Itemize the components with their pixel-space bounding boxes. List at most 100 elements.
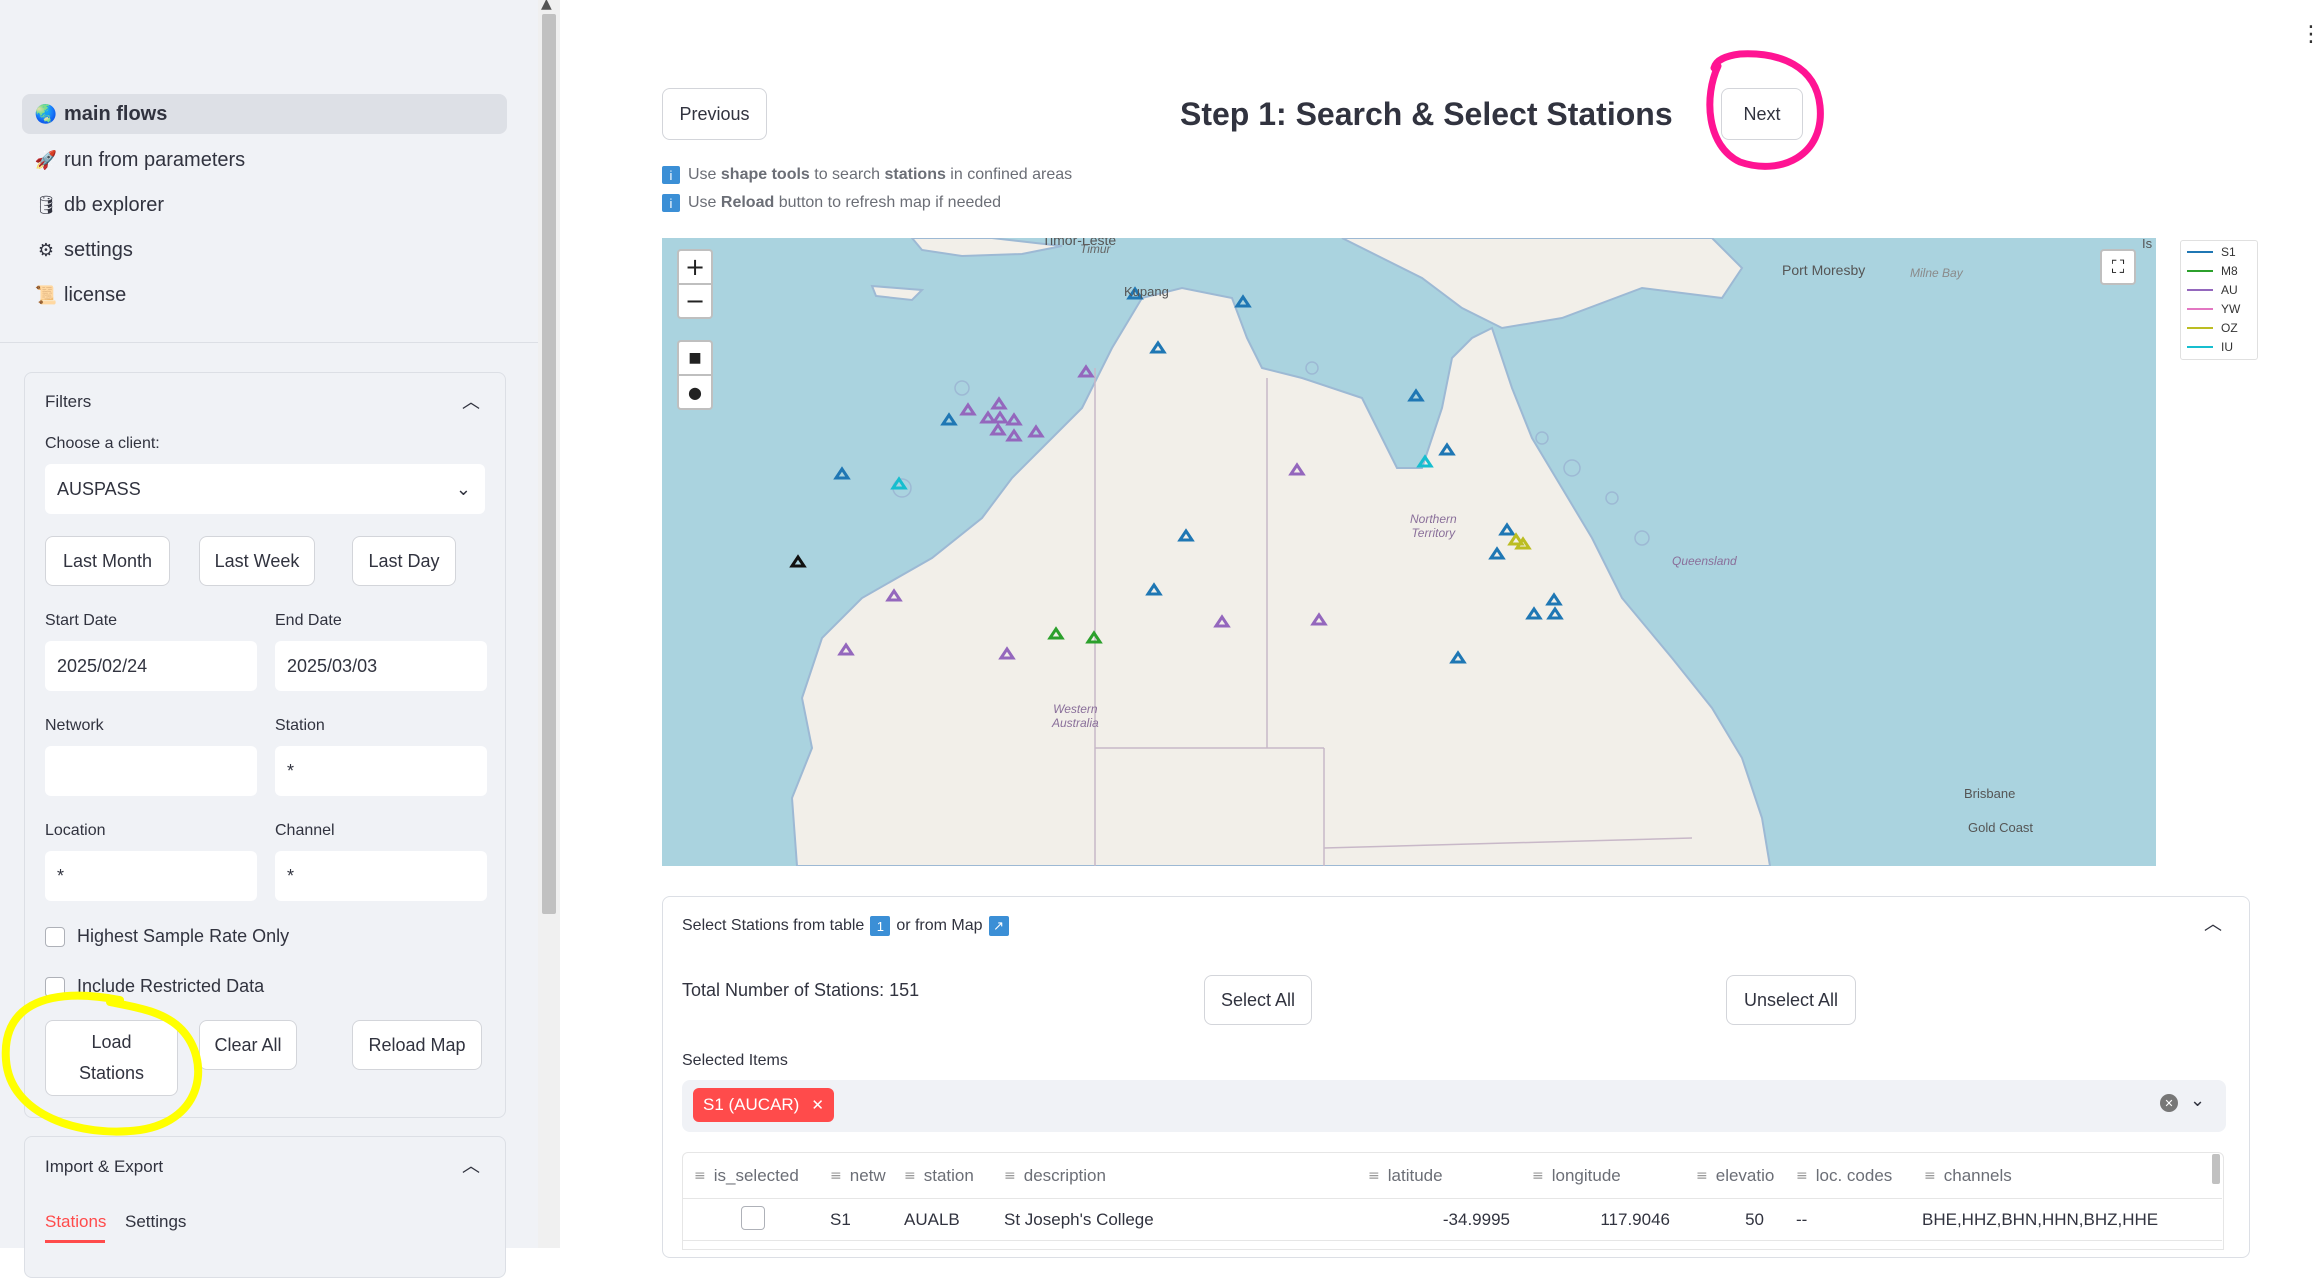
- hint-text-2a: Use: [688, 194, 717, 211]
- col-label: description: [1023, 1166, 1106, 1185]
- highest-sample-rate-label: Highest Sample Rate Only: [77, 926, 290, 946]
- col-description[interactable]: ≡ description: [1004, 1154, 1106, 1198]
- col-label: netw: [849, 1166, 886, 1185]
- tab-stations[interactable]: Stations: [45, 1212, 106, 1232]
- selected-items-multiselect[interactable]: [682, 1080, 2226, 1132]
- station-marker-au: [991, 410, 1009, 424]
- station-marker-au: [990, 396, 1008, 410]
- last-day-button[interactable]: Last Day: [352, 536, 456, 586]
- map-canvas: [789, 238, 1772, 866]
- col-loc-codes[interactable]: ≡ loc. codes: [1796, 1154, 1892, 1198]
- station-label: Station: [275, 717, 325, 734]
- heading-text-mid: or from Map: [896, 917, 983, 934]
- map-label-kupang: Kupang: [1124, 284, 1169, 299]
- tag-remove-icon[interactable]: ✕: [811, 1096, 824, 1114]
- col-label: is_selected: [713, 1166, 799, 1185]
- island: [1605, 491, 1619, 505]
- sumba-island: [870, 284, 925, 302]
- station-marker-au: [1005, 412, 1023, 426]
- hint-text-2c: button to refresh map if needed: [774, 194, 1002, 211]
- legend-label: OZ: [2221, 321, 2238, 335]
- table-scrollbar[interactable]: [2212, 1154, 2220, 1184]
- nav-settings[interactable]: ⚙ settings: [22, 230, 507, 270]
- map-label-queensland: Queensland: [1672, 554, 1737, 568]
- sidebar-scrollbar-thumb[interactable]: [542, 14, 556, 914]
- col-is-selected[interactable]: ≡ is_selected: [694, 1154, 799, 1198]
- map-label-brisbane: Brisbane: [1964, 786, 2016, 801]
- nav-label: settings: [64, 238, 133, 261]
- nav-label: run from parameters: [64, 148, 246, 171]
- hint-text-1c: to search: [809, 166, 885, 183]
- col-network[interactable]: ≡ netw: [830, 1154, 886, 1198]
- last-month-button[interactable]: Last Month: [45, 536, 170, 586]
- col-longitude[interactable]: ≡ longitude: [1532, 1154, 1621, 1198]
- table-divider: [682, 1240, 2222, 1241]
- select-all-button[interactable]: Select All: [1204, 975, 1312, 1025]
- col-label: elevatio: [1715, 1166, 1775, 1185]
- zoom-in-button[interactable]: +: [677, 249, 713, 285]
- island: [1535, 431, 1549, 445]
- map-label-western: Western: [1053, 702, 1098, 716]
- zoom-out-button[interactable]: −: [677, 283, 713, 319]
- nav-license[interactable]: 📜 license: [22, 275, 507, 315]
- heading-text: Select Stations from table: [682, 917, 865, 934]
- channel-input[interactable]: *: [275, 851, 487, 901]
- scroll-up-icon[interactable]: ▲: [541, 0, 552, 12]
- hint-text-1d: stations: [884, 166, 946, 183]
- hint-text-1a: Use: [688, 166, 717, 183]
- last-week-button[interactable]: Last Week: [199, 536, 315, 586]
- selected-tag[interactable]: S1 (AUCAR) ✕: [693, 1088, 834, 1122]
- fullscreen-icon[interactable]: ⛶: [2100, 249, 2136, 285]
- draw-rectangle-icon[interactable]: ■: [677, 340, 713, 376]
- nav-db-explorer[interactable]: 🛢 db explorer: [22, 185, 507, 225]
- nav-main-flows[interactable]: 🌏 main flows: [22, 94, 507, 134]
- legend-au: AU: [2187, 283, 2238, 297]
- nav-run-from-parameters[interactable]: 🚀 run from parameters: [22, 140, 507, 180]
- draw-circle-icon[interactable]: ●: [677, 374, 713, 410]
- clear-selection-icon[interactable]: ✕: [2160, 1094, 2178, 1112]
- import-export-title: Import & Export: [45, 1157, 164, 1176]
- stations-panel-heading: Select Stations from table 1 or from Map…: [682, 916, 1009, 936]
- filters-title: Filters: [45, 392, 92, 411]
- highest-sample-rate-checkbox[interactable]: [45, 927, 65, 947]
- hint-reload: i Use Reload button to refresh map if ne…: [662, 194, 1001, 212]
- end-date-input[interactable]: 2025/03/03: [275, 641, 487, 691]
- scroll-icon: 📜: [34, 284, 58, 306]
- magenta-highlight-annotation: [1706, 50, 1824, 170]
- client-value: AUSPASS: [57, 478, 141, 499]
- row-select-checkbox[interactable]: [741, 1206, 765, 1230]
- start-date-input[interactable]: 2025/02/24: [45, 641, 257, 691]
- chevron-up-icon[interactable]: ︿: [2204, 910, 2306, 936]
- kebab-menu-icon[interactable]: ⋮: [2300, 22, 2322, 47]
- unselect-all-button[interactable]: Unselect All: [1726, 975, 1856, 1025]
- cell-channels: BHE,HHZ,BHN,HHN,BHZ,HHE: [1922, 1210, 2159, 1229]
- legend-label: S1: [2221, 245, 2236, 259]
- col-latitude[interactable]: ≡ latitude: [1368, 1154, 1443, 1198]
- map-label-western-australia: Western Australia: [1052, 702, 1099, 730]
- location-input[interactable]: *: [45, 851, 257, 901]
- legend-m8: M8: [2187, 264, 2238, 278]
- client-select[interactable]: AUSPASS ⌄: [45, 464, 485, 514]
- cell-description: St Joseph's College: [1004, 1210, 1154, 1229]
- legend-label: AU: [2221, 283, 2238, 297]
- chevron-down-icon[interactable]: ⌄: [2190, 1090, 2205, 1111]
- station-marker-iu: [890, 476, 908, 490]
- rocket-icon: 🚀: [34, 149, 58, 171]
- column-type-icon: ≡: [1368, 1168, 1380, 1184]
- previous-button[interactable]: Previous: [662, 88, 767, 140]
- reload-map-button[interactable]: Reload Map: [352, 1020, 482, 1070]
- station-marker-s1: [940, 412, 958, 426]
- legend-yw: YW: [2187, 302, 2240, 316]
- start-date-label: Start Date: [45, 612, 118, 629]
- legend-label: IU: [2221, 340, 2233, 354]
- column-type-icon: ≡: [1004, 1168, 1016, 1184]
- station-input[interactable]: *: [275, 746, 487, 796]
- station-marker-au: [1077, 364, 1095, 378]
- total-stations: Total Number of Stations: 151: [682, 980, 920, 1000]
- tab-settings[interactable]: Settings: [125, 1212, 186, 1232]
- network-input[interactable]: [45, 746, 257, 796]
- col-station[interactable]: ≡ station: [904, 1154, 974, 1198]
- station-map[interactable]: Timor-Leste Timur Kupang Port Moresby Mi…: [662, 238, 2156, 866]
- col-elevation[interactable]: ≡ elevatio: [1696, 1154, 1774, 1198]
- col-channels[interactable]: ≡ channels: [1924, 1154, 2012, 1198]
